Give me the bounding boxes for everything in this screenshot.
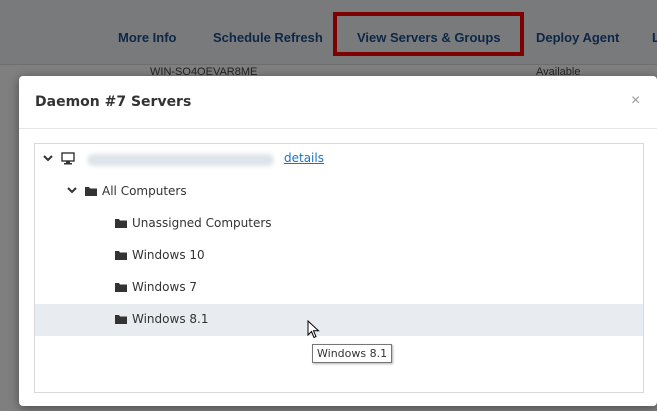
tree-label-all-computers: All Computers — [102, 184, 187, 198]
details-link[interactable]: details — [284, 151, 324, 165]
tree-label-windows-7: Windows 7 — [132, 280, 198, 294]
folder-icon — [115, 218, 127, 228]
folder-icon — [115, 282, 127, 292]
folder-icon — [85, 186, 97, 196]
mouse-cursor-icon — [307, 319, 321, 345]
monitor-icon — [61, 152, 75, 165]
tree-row-windows-10[interactable]: Windows 10 — [35, 240, 643, 272]
folder-icon — [115, 314, 127, 324]
folder-icon — [115, 250, 127, 260]
tree-row-root[interactable]: details — [35, 144, 643, 176]
tree-label-unassigned-computers: Unassigned Computers — [132, 216, 272, 230]
chevron-down-icon[interactable] — [67, 185, 77, 195]
tooltip: Windows 8.1 — [312, 344, 393, 363]
servers-modal: Daemon #7 Servers × details All Computer… — [19, 76, 657, 406]
modal-title: Daemon #7 Servers — [35, 94, 192, 110]
tree-row-unassigned-computers[interactable]: Unassigned Computers — [35, 208, 643, 240]
close-icon[interactable]: × — [631, 92, 640, 110]
tree-label-windows-8-1: Windows 8.1 — [132, 312, 209, 326]
tree-row-all-computers[interactable]: All Computers — [35, 176, 643, 208]
modal-header: Daemon #7 Servers × — [19, 76, 657, 129]
redacted-server-name — [87, 154, 274, 166]
tree-label-windows-10: Windows 10 — [132, 248, 205, 262]
tree-row-windows-7[interactable]: Windows 7 — [35, 272, 643, 304]
tree-row-windows-8-1[interactable]: Windows 8.1 — [35, 304, 643, 336]
chevron-down-icon[interactable] — [43, 153, 53, 163]
